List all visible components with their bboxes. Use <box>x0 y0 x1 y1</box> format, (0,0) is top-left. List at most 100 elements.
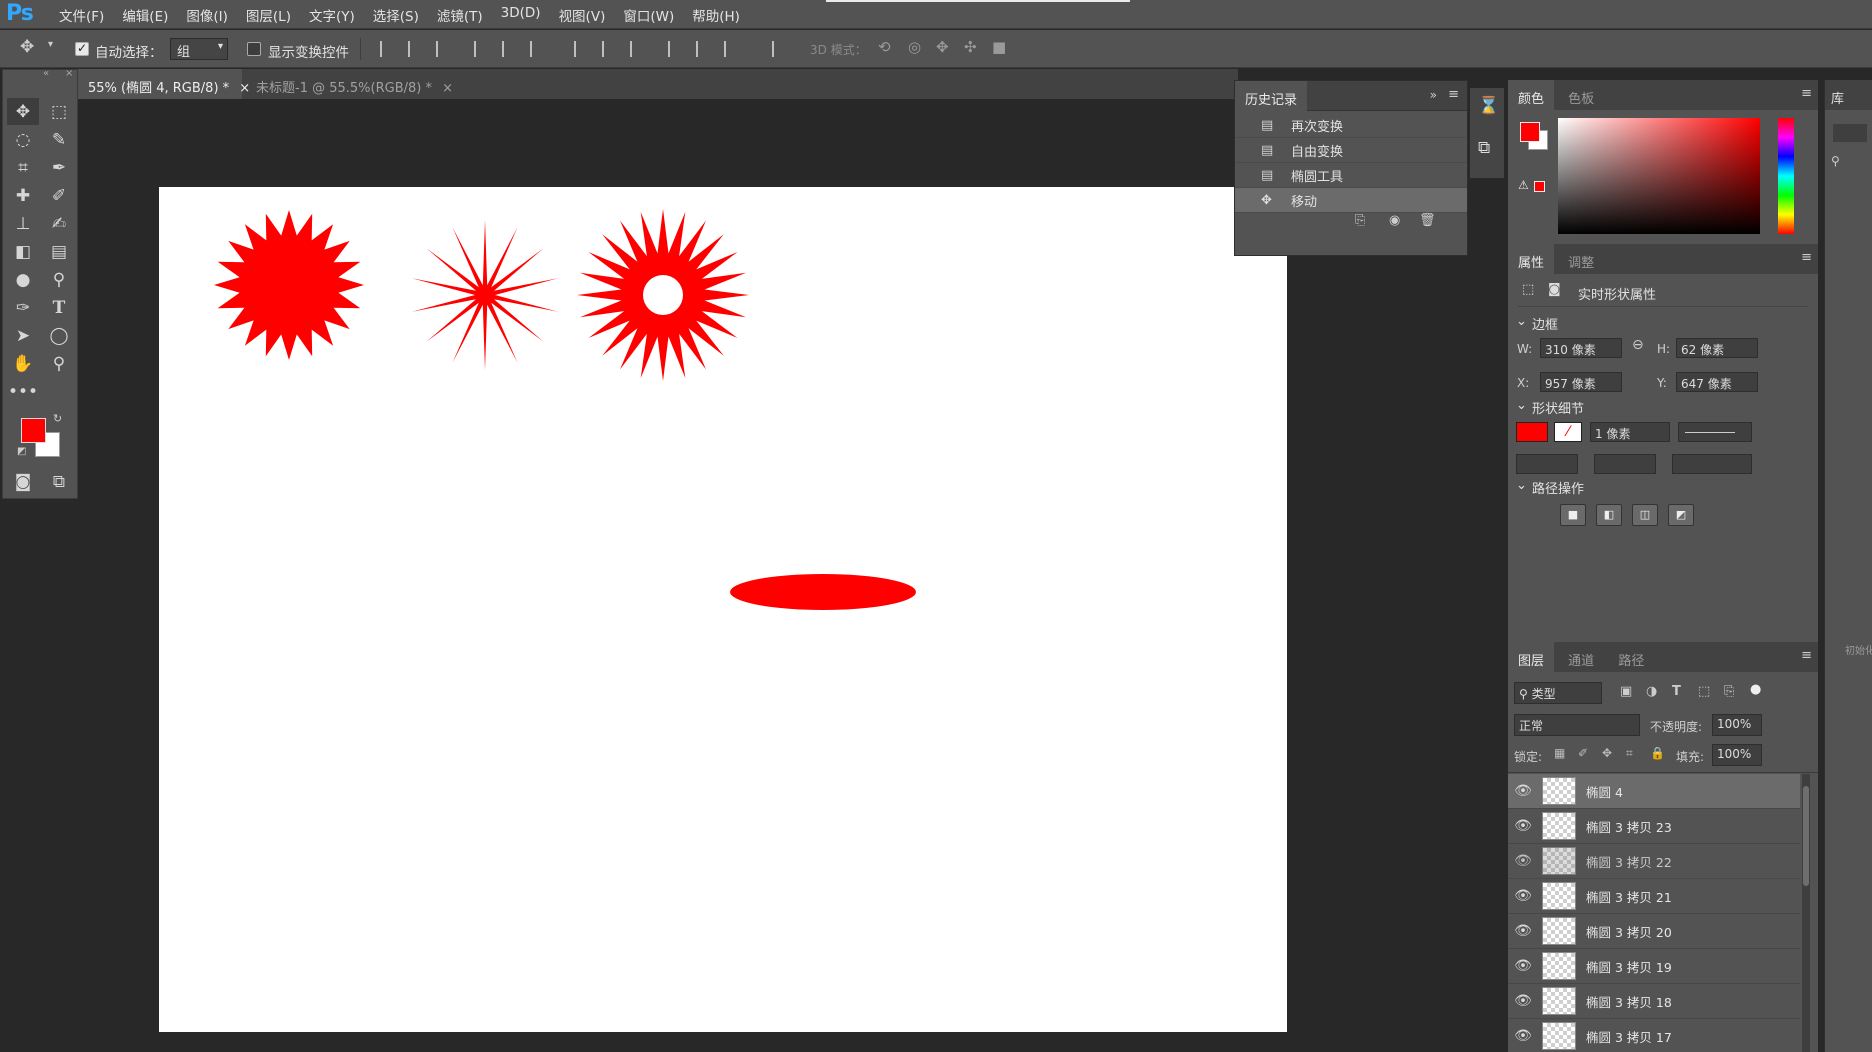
tab-ellipse-document[interactable]: 55% (椭圆 4, RGB/8) * × <box>78 69 250 99</box>
width-input[interactable]: 310 像素 <box>1540 338 1622 358</box>
red-ellipse-shape[interactable] <box>730 574 916 610</box>
panel-menu-icon[interactable]: ≡ <box>1801 86 1812 101</box>
collapse-icon[interactable]: « <box>43 68 49 79</box>
tab-untitled-document[interactable]: 未标题-1 @ 55.5%(RGB/8) * × <box>246 69 453 99</box>
blend-mode-dropdown[interactable]: 正常 <box>1514 714 1640 736</box>
move-tool-icon[interactable]: ✥ <box>7 98 39 125</box>
link-icon[interactable]: ⊖ <box>1632 337 1644 353</box>
x-input[interactable]: 957 像素 <box>1540 372 1622 392</box>
layer-row[interactable]: 👁 椭圆 4 <box>1508 774 1800 809</box>
distribute-hcenter-icon[interactable] <box>696 41 712 57</box>
new-document-from-state-icon[interactable]: ⎘ <box>1355 213 1365 228</box>
history-brush-tool-icon[interactable]: ✍ <box>43 210 75 237</box>
eye-icon[interactable]: 👁 <box>1508 958 1538 974</box>
quick-select-tool-icon[interactable]: ✎ <box>43 126 75 153</box>
distribute-right-icon[interactable] <box>724 41 740 57</box>
menu-select[interactable]: 选择(S) <box>364 5 428 25</box>
menu-edit[interactable]: 编辑(E) <box>113 5 177 25</box>
history-panel-icon[interactable]: ⌛ <box>1478 96 1499 116</box>
auto-align-icon[interactable] <box>772 41 788 57</box>
eye-icon[interactable]: 👁 <box>1508 818 1538 834</box>
align-left-icon[interactable] <box>474 41 490 57</box>
crop-tool-icon[interactable]: ⌗ <box>7 154 39 181</box>
lock-artboard-icon[interactable]: ⌗ <box>1626 746 1633 761</box>
dodge-tool-icon[interactable]: ⚲ <box>43 266 75 293</box>
panel-menu-icon[interactable]: ≡ <box>1801 250 1812 265</box>
distribute-vcenter-icon[interactable] <box>602 41 618 57</box>
align-top-icon[interactable] <box>380 41 396 57</box>
expand-icon[interactable]: » <box>1430 88 1437 102</box>
menu-3d[interactable]: 3D(D) <box>492 5 550 25</box>
lock-position-icon[interactable]: ✥ <box>1602 746 1612 760</box>
lock-all-icon[interactable]: 🔒 <box>1650 746 1665 760</box>
layer-row[interactable]: 👁 椭圆 3 拷贝 19 <box>1508 949 1800 984</box>
auto-select-checkbox[interactable] <box>75 41 89 56</box>
swap-colors-icon[interactable]: ↻ <box>53 412 62 425</box>
close-icon[interactable]: × <box>442 81 453 96</box>
menu-help[interactable]: 帮助(H) <box>683 5 749 25</box>
screen-mode-icon[interactable]: ⧉ <box>43 468 75 495</box>
trash-icon[interactable]: 🗑 <box>1419 213 1436 228</box>
menu-image[interactable]: 图像(I) <box>177 5 237 25</box>
filter-type-icon[interactable]: T <box>1672 684 1681 699</box>
default-colors-icon[interactable]: ◩ <box>17 446 26 457</box>
subtract-shapes-button[interactable]: ◧ <box>1596 504 1622 526</box>
intersect-shapes-button[interactable]: ◫ <box>1632 504 1658 526</box>
align-right-icon[interactable] <box>530 41 546 57</box>
distribute-top-icon[interactable] <box>574 41 590 57</box>
align-vcenter-icon[interactable] <box>408 41 424 57</box>
y-input[interactable]: 647 像素 <box>1676 372 1758 392</box>
zoom-tool-icon[interactable]: ⚲ <box>43 350 75 377</box>
fill-input[interactable]: 100% <box>1712 744 1762 766</box>
chevron-down-icon[interactable]: ⌄ <box>1516 478 1527 493</box>
stroke-color-swatch[interactable]: ⁄ <box>1554 422 1582 442</box>
hue-slider[interactable] <box>1778 118 1794 234</box>
layer-filter-dropdown[interactable]: ⚲ 类型 <box>1514 682 1602 704</box>
layer-row[interactable]: 👁 椭圆 3 拷贝 18 <box>1508 984 1800 1019</box>
filter-toggle-icon[interactable]: ● <box>1750 682 1761 697</box>
tab-layers[interactable]: 图层 <box>1508 642 1555 672</box>
filter-pixel-icon[interactable]: ▣ <box>1620 684 1632 699</box>
3d-slide-icon[interactable]: ✣ <box>964 38 977 56</box>
layer-row[interactable]: 👁 椭圆 3 拷贝 20 <box>1508 914 1800 949</box>
tab-properties[interactable]: 属性 <box>1508 244 1555 274</box>
move-tool-icon[interactable]: ✥ <box>20 37 34 57</box>
red-sunburst-shape[interactable] <box>214 210 364 360</box>
panel-menu-icon[interactable]: ≡ <box>1448 87 1459 102</box>
filter-smart-object-icon[interactable]: ⎘ <box>1724 684 1734 699</box>
hand-tool-icon[interactable]: ✋ <box>7 350 39 377</box>
show-transform-checkbox[interactable] <box>247 42 261 56</box>
eye-icon[interactable]: 👁 <box>1508 783 1538 799</box>
chevron-down-icon[interactable]: ⌄ <box>1516 398 1527 413</box>
layer-row[interactable]: 👁 椭圆 3 拷贝 22 <box>1508 844 1800 879</box>
menu-filter[interactable]: 滤镜(T) <box>428 5 492 25</box>
search-icon[interactable]: ⚲ <box>1831 154 1840 168</box>
eye-icon[interactable]: 👁 <box>1508 888 1538 904</box>
3d-rotate-icon[interactable]: ⟲ <box>878 38 891 56</box>
3d-scale-icon[interactable]: ■ <box>992 38 1006 56</box>
distribute-left-icon[interactable] <box>668 41 684 57</box>
gradient-tool-icon[interactable]: ▤ <box>43 238 75 265</box>
filter-shape-icon[interactable]: ⬚ <box>1698 684 1710 699</box>
red-starburst-shape[interactable] <box>411 220 559 370</box>
lasso-tool-icon[interactable]: ◌ <box>7 126 39 153</box>
align-hcenter-icon[interactable] <box>502 41 518 57</box>
eye-icon[interactable]: 👁 <box>1508 853 1538 869</box>
opacity-input[interactable]: 100% <box>1712 714 1762 736</box>
document-canvas[interactable] <box>159 187 1287 1032</box>
lock-transparent-icon[interactable]: ▦ <box>1554 746 1565 760</box>
exclude-shapes-button[interactable]: ◩ <box>1668 504 1694 526</box>
close-icon[interactable]: × <box>65 68 73 79</box>
filter-adjustment-icon[interactable]: ◑ <box>1646 684 1657 699</box>
history-item[interactable]: ▤ 自由变换 <box>1235 138 1467 163</box>
menu-file[interactable]: 文件(F) <box>50 5 113 25</box>
clone-stamp-tool-icon[interactable]: ⊥ <box>7 210 39 237</box>
brush-tool-icon[interactable]: ✐ <box>43 182 75 209</box>
library-dropdown[interactable] <box>1833 124 1867 142</box>
quick-mask-icon[interactable]: ◙ <box>7 468 39 495</box>
menu-view[interactable]: 视图(V) <box>550 5 615 25</box>
tab-swatches[interactable]: 色板 <box>1558 80 1604 110</box>
menu-type[interactable]: 文字(Y) <box>300 5 364 25</box>
red-flower-shape[interactable] <box>577 209 749 381</box>
type-tool-icon[interactable]: T <box>43 294 75 321</box>
